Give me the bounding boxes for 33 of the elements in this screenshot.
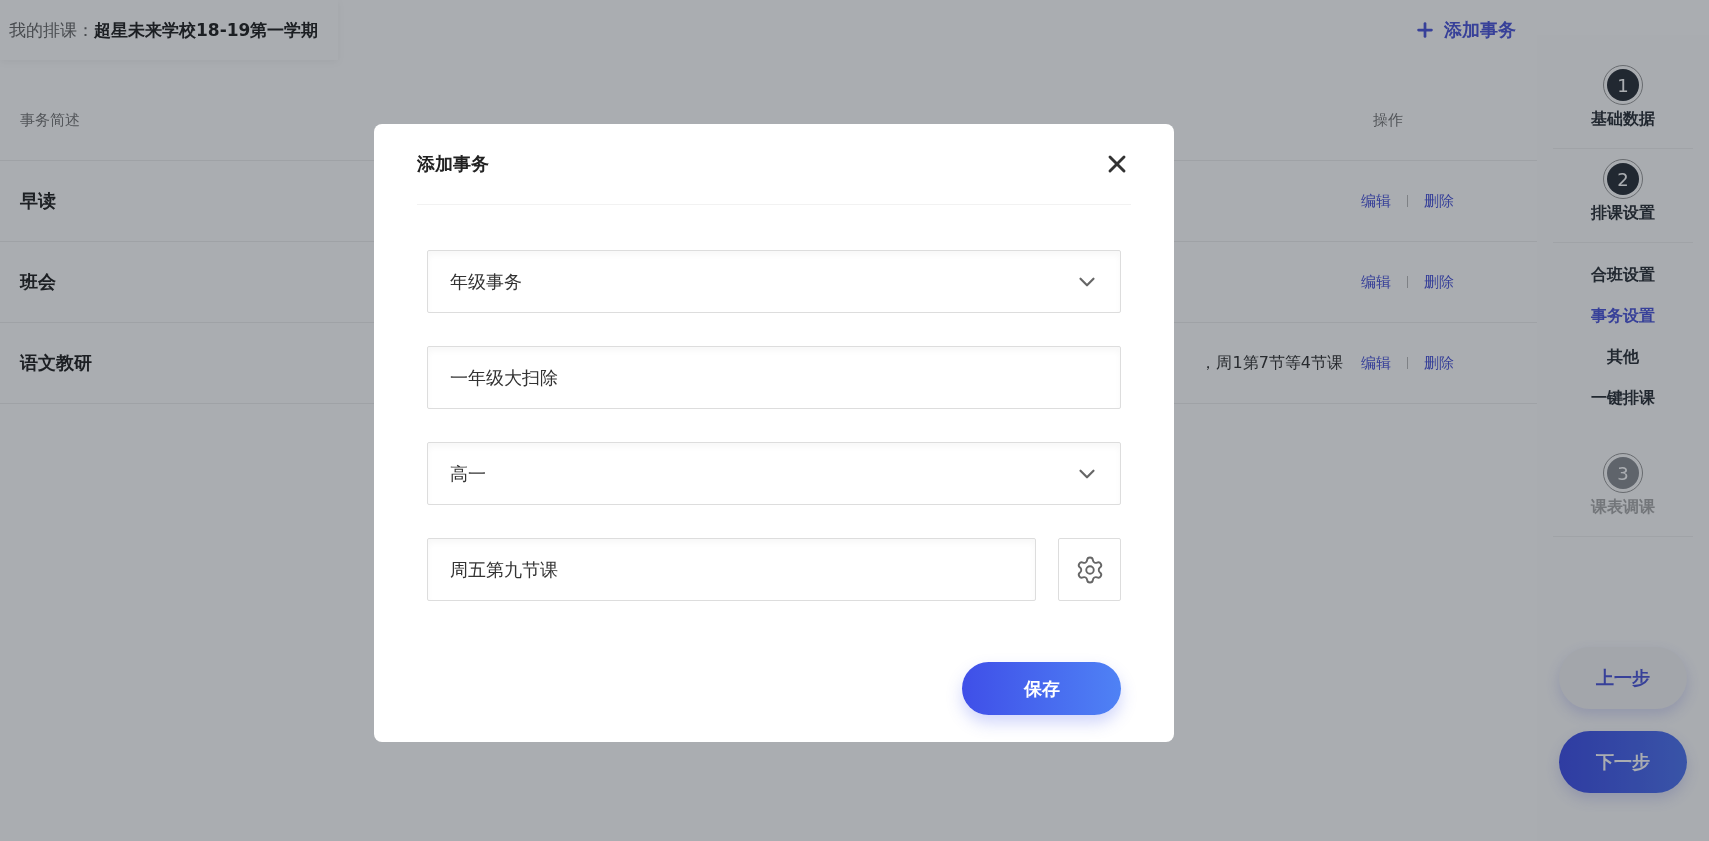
step-label[interactable]: 基础数据 (1591, 109, 1655, 130)
delete-link[interactable]: 删除 (1424, 272, 1454, 292)
step-number: 1 (1607, 69, 1639, 101)
input-field[interactable]: 一年级大扫除 (427, 346, 1121, 409)
delete-link[interactable]: 删除 (1424, 191, 1454, 211)
sidebar-item[interactable]: 其他 (1607, 337, 1639, 378)
table-cell: ，周1第7节等4节课 (1200, 352, 1343, 374)
table-cell: 班会 (20, 270, 56, 294)
settings-button[interactable] (1058, 538, 1121, 601)
select-field[interactable]: 高一 (427, 442, 1121, 505)
edit-link[interactable]: 编辑 (1361, 353, 1391, 373)
select-field[interactable]: 年级事务 (427, 250, 1121, 313)
edit-link[interactable]: 编辑 (1361, 272, 1391, 292)
edit-link[interactable]: 编辑 (1361, 191, 1391, 211)
step-label[interactable]: 排课设置 (1591, 203, 1655, 224)
table-cell: 早读 (20, 189, 56, 213)
dialog-title: 添加事务 (417, 152, 489, 176)
step-number: 3 (1607, 457, 1639, 489)
sidebar-item[interactable]: 合班设置 (1591, 255, 1655, 296)
input-field[interactable]: 周五第九节课 (427, 538, 1036, 601)
schedule-title: 超星未来学校18-19第一学期 (94, 18, 319, 42)
column-header: 操作 (1373, 110, 1403, 130)
next-button[interactable]: 下一步 (1559, 731, 1687, 793)
sidebar-item[interactable]: 一键排课 (1591, 378, 1655, 419)
column-header: 事务简述 (20, 110, 80, 130)
page-label: 我的排课： (9, 18, 94, 42)
previous-button[interactable]: 上一步 (1559, 647, 1687, 709)
save-button[interactable]: 保存 (962, 662, 1121, 715)
step-number: 2 (1607, 163, 1639, 195)
delete-link[interactable]: 删除 (1424, 353, 1454, 373)
sidebar-item[interactable]: 事务设置 (1591, 296, 1655, 337)
table-cell: 语文教研 (20, 351, 92, 375)
plus-icon (1414, 19, 1436, 41)
